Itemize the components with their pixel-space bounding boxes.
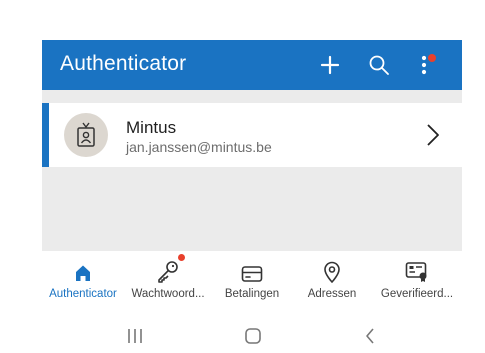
bottom-navigation: Authenticator Wachtwoord... Betalingen A… [42,251,462,308]
plus-icon [320,55,340,75]
search-button[interactable] [362,48,396,82]
verified-id-icon [405,262,427,282]
id-badge-icon [77,122,95,147]
recents-icon [128,329,142,343]
recents-button[interactable] [115,324,155,348]
home-button-icon [245,328,261,344]
credit-card-icon [241,266,263,282]
back-icon [366,328,374,344]
accounts-list: Mintus jan.janssen@mintus.be [42,90,462,251]
nav-item-authenticator[interactable]: Authenticator [42,251,124,308]
chevron-right-icon [427,124,439,146]
back-button[interactable] [350,324,390,348]
account-name: Mintus [126,118,177,137]
more-options-button[interactable] [407,48,441,82]
selected-indicator [42,103,49,167]
app-bar: Authenticator [42,40,462,90]
nav-badge-dot [178,254,185,261]
nav-item-payments[interactable]: Betalingen [212,251,292,308]
avatar [64,113,108,157]
account-email: jan.janssen@mintus.be [126,139,272,155]
nav-item-addresses[interactable]: Adressen [292,251,372,308]
nav-label: Wachtwoord... [131,288,205,300]
nav-label: Geverifieerd... [380,288,454,300]
nav-label: Betalingen [224,288,280,300]
account-row[interactable]: Mintus jan.janssen@mintus.be [42,103,462,167]
nav-item-passwords[interactable]: Wachtwoord... [124,251,212,308]
status-area [0,0,485,40]
app-title: Authenticator [60,52,187,75]
location-pin-icon [324,261,340,283]
notification-dot [428,54,436,62]
nav-item-verified-ids[interactable]: Geverifieerd... [372,251,462,308]
home-icon [76,265,90,281]
nav-label: Authenticator [49,288,117,300]
system-navigation-bar [0,318,485,353]
nav-label: Adressen [307,288,357,300]
search-icon [369,55,389,75]
key-icon [158,261,178,283]
add-account-button[interactable] [313,48,347,82]
home-button[interactable] [233,324,273,348]
